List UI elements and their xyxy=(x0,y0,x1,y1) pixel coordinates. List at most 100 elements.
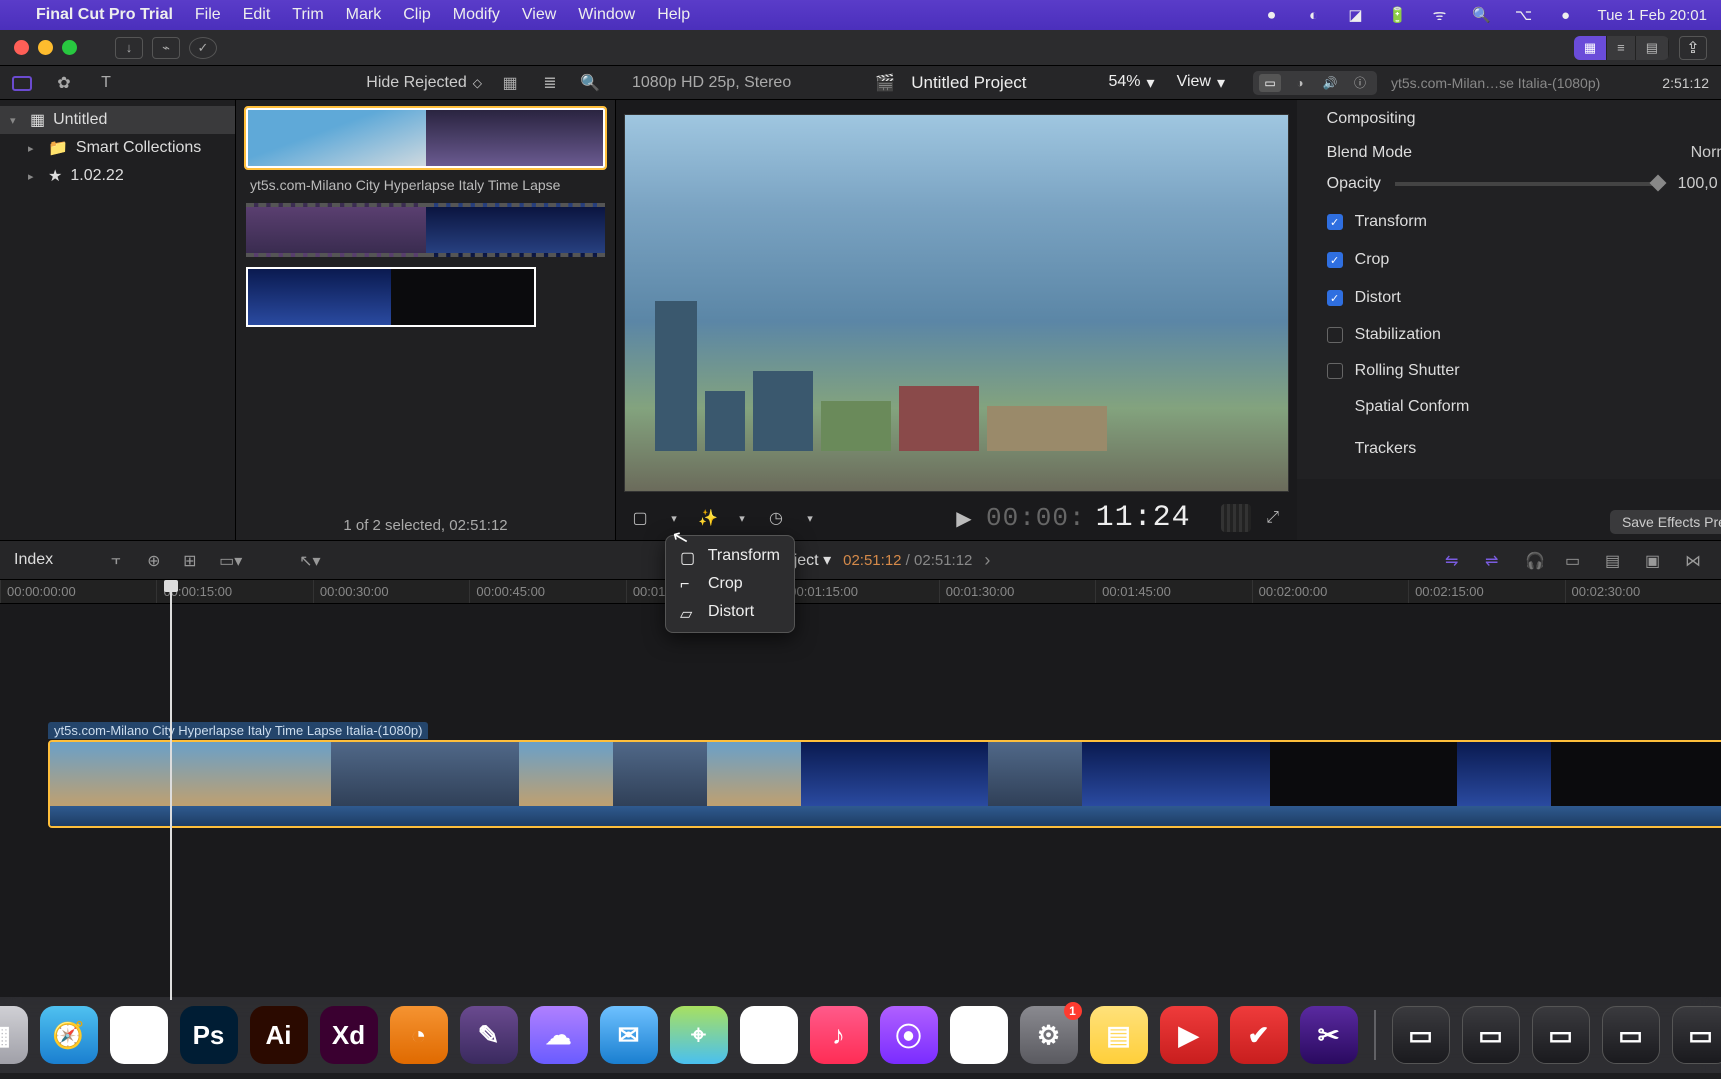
rolling-shutter-section[interactable]: Rolling Shutter xyxy=(1355,362,1460,380)
dock-finalcut[interactable]: ✂ xyxy=(1300,1006,1358,1064)
keyword-button[interactable]: ⌁ xyxy=(152,37,180,59)
color-inspector-tab[interactable]: ◑ xyxy=(1289,74,1311,92)
play-button[interactable]: ▶ xyxy=(952,506,976,530)
opacity-value[interactable]: 100,0 % xyxy=(1678,175,1721,193)
photos-library-icon[interactable]: ✿ xyxy=(52,71,76,95)
dock-settings[interactable]: ⚙ xyxy=(1020,1006,1078,1064)
audio-inspector-tab[interactable]: 🔊 xyxy=(1319,74,1341,92)
dock-blender[interactable]: ◔ xyxy=(390,1006,448,1064)
dock-window-3[interactable]: ▭ xyxy=(1602,1006,1660,1064)
tools-dropdown[interactable]: ↖▾ xyxy=(299,551,321,569)
menu-help[interactable]: Help xyxy=(657,6,690,24)
library-icon[interactable] xyxy=(10,71,34,95)
timeline-project-dropdown[interactable]: ject ▾ xyxy=(794,550,831,570)
dock-messenger[interactable]: ☁ xyxy=(530,1006,588,1064)
dock-safari[interactable]: 🧭 xyxy=(40,1006,98,1064)
transform-tool-icon[interactable]: ▢ xyxy=(628,506,652,530)
transform-checkbox[interactable]: ✓ xyxy=(1327,214,1343,230)
enhance-dropdown[interactable]: ▾ xyxy=(730,506,754,530)
trackers-section[interactable]: Trackers xyxy=(1355,440,1417,458)
viewer-canvas[interactable] xyxy=(624,114,1289,492)
titles-icon[interactable]: T xyxy=(94,71,118,95)
transitions-icon[interactable]: ⋈ xyxy=(1685,551,1707,569)
spotlight-icon[interactable]: 🔍 xyxy=(1471,5,1491,25)
insert-clip-icon[interactable]: ⊕ xyxy=(147,551,169,569)
window-close[interactable] xyxy=(14,40,29,55)
dock-xd[interactable]: Xd xyxy=(320,1006,378,1064)
layout-browser[interactable]: ▦ xyxy=(1574,36,1607,60)
distort-checkbox[interactable]: ✓ xyxy=(1327,290,1343,306)
layout-timeline[interactable]: ≡ xyxy=(1607,36,1636,60)
ctx-distort[interactable]: ▱Distort xyxy=(670,598,790,626)
layout-inspector[interactable]: ▤ xyxy=(1636,36,1669,60)
control-center-icon[interactable]: ⌥ xyxy=(1513,5,1533,25)
rolling-shutter-checkbox[interactable] xyxy=(1327,363,1343,379)
user-icon[interactable]: ● xyxy=(1555,5,1575,25)
menu-file[interactable]: File xyxy=(195,6,221,24)
dock-todoist[interactable]: ✔ xyxy=(1230,1006,1288,1064)
info-inspector-tab[interactable]: ⓘ xyxy=(1349,74,1371,92)
menu-view[interactable]: View xyxy=(522,6,556,24)
cc-status-icon[interactable]: ◐ xyxy=(1303,5,1323,25)
timecode[interactable]: 11:24 xyxy=(1096,501,1191,535)
timeline-clip[interactable] xyxy=(48,740,1721,828)
solo-icon[interactable]: 🎧 xyxy=(1525,551,1547,569)
retime-icon[interactable]: ◷ xyxy=(764,506,788,530)
stabilization-section[interactable]: Stabilization xyxy=(1355,326,1441,344)
inspector-tabs[interactable]: ▭ ◑ 🔊 ⓘ xyxy=(1253,71,1377,95)
menu-window[interactable]: Window xyxy=(578,6,635,24)
filter-dropdown[interactable]: Hide Rejected ◇ xyxy=(366,74,482,92)
append-clip-icon[interactable]: ⊞ xyxy=(183,551,205,569)
dock-photos[interactable]: ✿ xyxy=(740,1006,798,1064)
render-button[interactable]: ✓ xyxy=(189,37,217,59)
menu-modify[interactable]: Modify xyxy=(453,6,500,24)
audio-skimming-icon[interactable]: ⇌ xyxy=(1485,551,1507,569)
retime-dropdown[interactable]: ▾ xyxy=(798,506,822,530)
view-dropdown[interactable]: View ▾ xyxy=(1177,73,1225,93)
fullscreen-icon[interactable]: ⤢ xyxy=(1261,506,1285,530)
dock-window-1[interactable]: ▭ xyxy=(1462,1006,1520,1064)
dock-krita[interactable]: ✎ xyxy=(460,1006,518,1064)
menu-clip[interactable]: Clip xyxy=(403,6,431,24)
dock-music[interactable]: ♪ xyxy=(810,1006,868,1064)
project-title[interactable]: Untitled Project xyxy=(911,73,1026,93)
effects-icon[interactable]: ▣ xyxy=(1645,551,1667,569)
transform-section[interactable]: Transform xyxy=(1355,213,1427,231)
sidebar-item-smart[interactable]: ▸📁 Smart Collections xyxy=(0,134,235,162)
notion-status-icon[interactable]: ◪ xyxy=(1345,5,1365,25)
workspace-segmented[interactable]: ▦ ≡ ▤ xyxy=(1574,36,1669,60)
crop-section[interactable]: Crop xyxy=(1355,251,1390,269)
screen-record-icon[interactable]: ⏺ xyxy=(1261,5,1281,25)
app-menu[interactable]: Final Cut Pro Trial xyxy=(36,6,173,24)
opacity-slider[interactable] xyxy=(1395,182,1664,186)
menu-trim[interactable]: Trim xyxy=(292,6,323,24)
dock-anydesk[interactable]: ▶ xyxy=(1160,1006,1218,1064)
dock-numbers[interactable]: ▥ xyxy=(950,1006,1008,1064)
window-zoom[interactable] xyxy=(62,40,77,55)
dock-illustrator[interactable]: Ai xyxy=(250,1006,308,1064)
menu-mark[interactable]: Mark xyxy=(346,6,382,24)
timeline-index-button[interactable]: Index xyxy=(14,551,53,569)
battery-icon[interactable]: 🔋 xyxy=(1387,5,1407,25)
ctx-crop[interactable]: ⌐Crop xyxy=(670,570,790,598)
spatial-conform-section[interactable]: Spatial Conform xyxy=(1355,398,1470,416)
clip-appearance-icon[interactable]: ▦ xyxy=(498,71,522,95)
save-effects-preset-button[interactable]: Save Effects Preset xyxy=(1610,510,1721,534)
distort-section[interactable]: Distort xyxy=(1355,289,1401,307)
menu-edit[interactable]: Edit xyxy=(243,6,271,24)
dock-window-4[interactable]: ▭ xyxy=(1672,1006,1721,1064)
zoom-dropdown[interactable]: 54% ▾ xyxy=(1109,73,1155,93)
enhance-icon[interactable]: ✨ xyxy=(696,506,720,530)
crop-checkbox[interactable]: ✓ xyxy=(1327,252,1343,268)
lane-icon[interactable]: ▤ xyxy=(1605,551,1627,569)
dock-photoshop[interactable]: Ps xyxy=(180,1006,238,1064)
dock-mail[interactable]: ✉ xyxy=(600,1006,658,1064)
video-inspector-tab[interactable]: ▭ xyxy=(1259,74,1281,92)
window-minimize[interactable] xyxy=(38,40,53,55)
overwrite-clip-icon[interactable]: ▭▾ xyxy=(219,551,241,569)
dock-maps[interactable]: ⌖ xyxy=(670,1006,728,1064)
share-button[interactable]: ⇪ xyxy=(1679,36,1707,60)
timeline-clip-audio[interactable] xyxy=(50,806,1721,828)
browser-clip-1b[interactable] xyxy=(246,203,605,257)
snapping-icon[interactable]: ▭ xyxy=(1565,551,1587,569)
